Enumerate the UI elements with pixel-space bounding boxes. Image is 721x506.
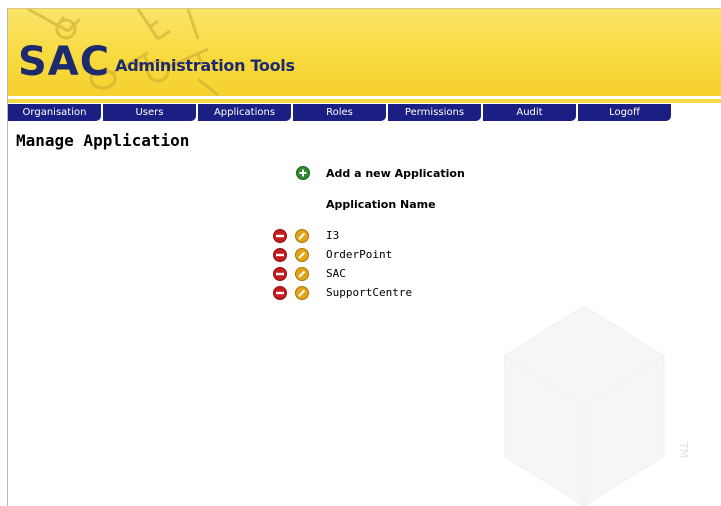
add-application-button[interactable] (296, 166, 310, 180)
application-name: SAC (326, 267, 346, 280)
page-title: Manage Application (16, 131, 190, 150)
logo-sac-text: SAC (18, 39, 111, 85)
edit-icon[interactable] (295, 247, 309, 262)
list-item: SupportCentre (273, 283, 412, 302)
list-item: I3 (273, 226, 339, 245)
tab-logoff[interactable]: Logoff (578, 104, 671, 121)
list-item: OrderPoint (273, 245, 392, 264)
delete-icon[interactable] (273, 228, 287, 243)
tab-users[interactable]: Users (103, 104, 196, 121)
application-name: I3 (326, 229, 340, 242)
plus-circle-icon[interactable] (296, 166, 310, 180)
cube-watermark: TM (504, 306, 690, 506)
app-logo: SAC Administration Tools (18, 38, 295, 82)
list-item: SAC (273, 264, 346, 283)
tab-roles[interactable]: Roles (293, 104, 386, 121)
main-nav: Organisation Users Applications Roles Pe… (8, 104, 673, 121)
tab-applications[interactable]: Applications (198, 104, 291, 121)
application-name: OrderPoint (326, 248, 393, 261)
watermark-tm: TM (677, 441, 690, 458)
application-name: SupportCentre (326, 286, 413, 299)
column-header-application-name: Application Name (326, 198, 436, 211)
tab-organisation[interactable]: Organisation (8, 104, 101, 121)
delete-icon[interactable] (273, 266, 287, 281)
delete-icon[interactable] (273, 247, 287, 262)
header-banner: SAC Administration Tools (8, 9, 721, 96)
edit-icon[interactable] (295, 266, 309, 281)
tab-permissions[interactable]: Permissions (388, 104, 481, 121)
add-application-link[interactable]: Add a new Application (326, 167, 465, 180)
edit-icon[interactable] (295, 285, 309, 300)
banner-underline (8, 99, 721, 103)
application-list: I3 OrderPoint SAC SupportCentre (273, 226, 412, 302)
edit-icon[interactable] (295, 228, 309, 243)
tab-audit[interactable]: Audit (483, 104, 576, 121)
logo-subtitle-text: Administration Tools (115, 56, 295, 75)
delete-icon[interactable] (273, 285, 287, 300)
